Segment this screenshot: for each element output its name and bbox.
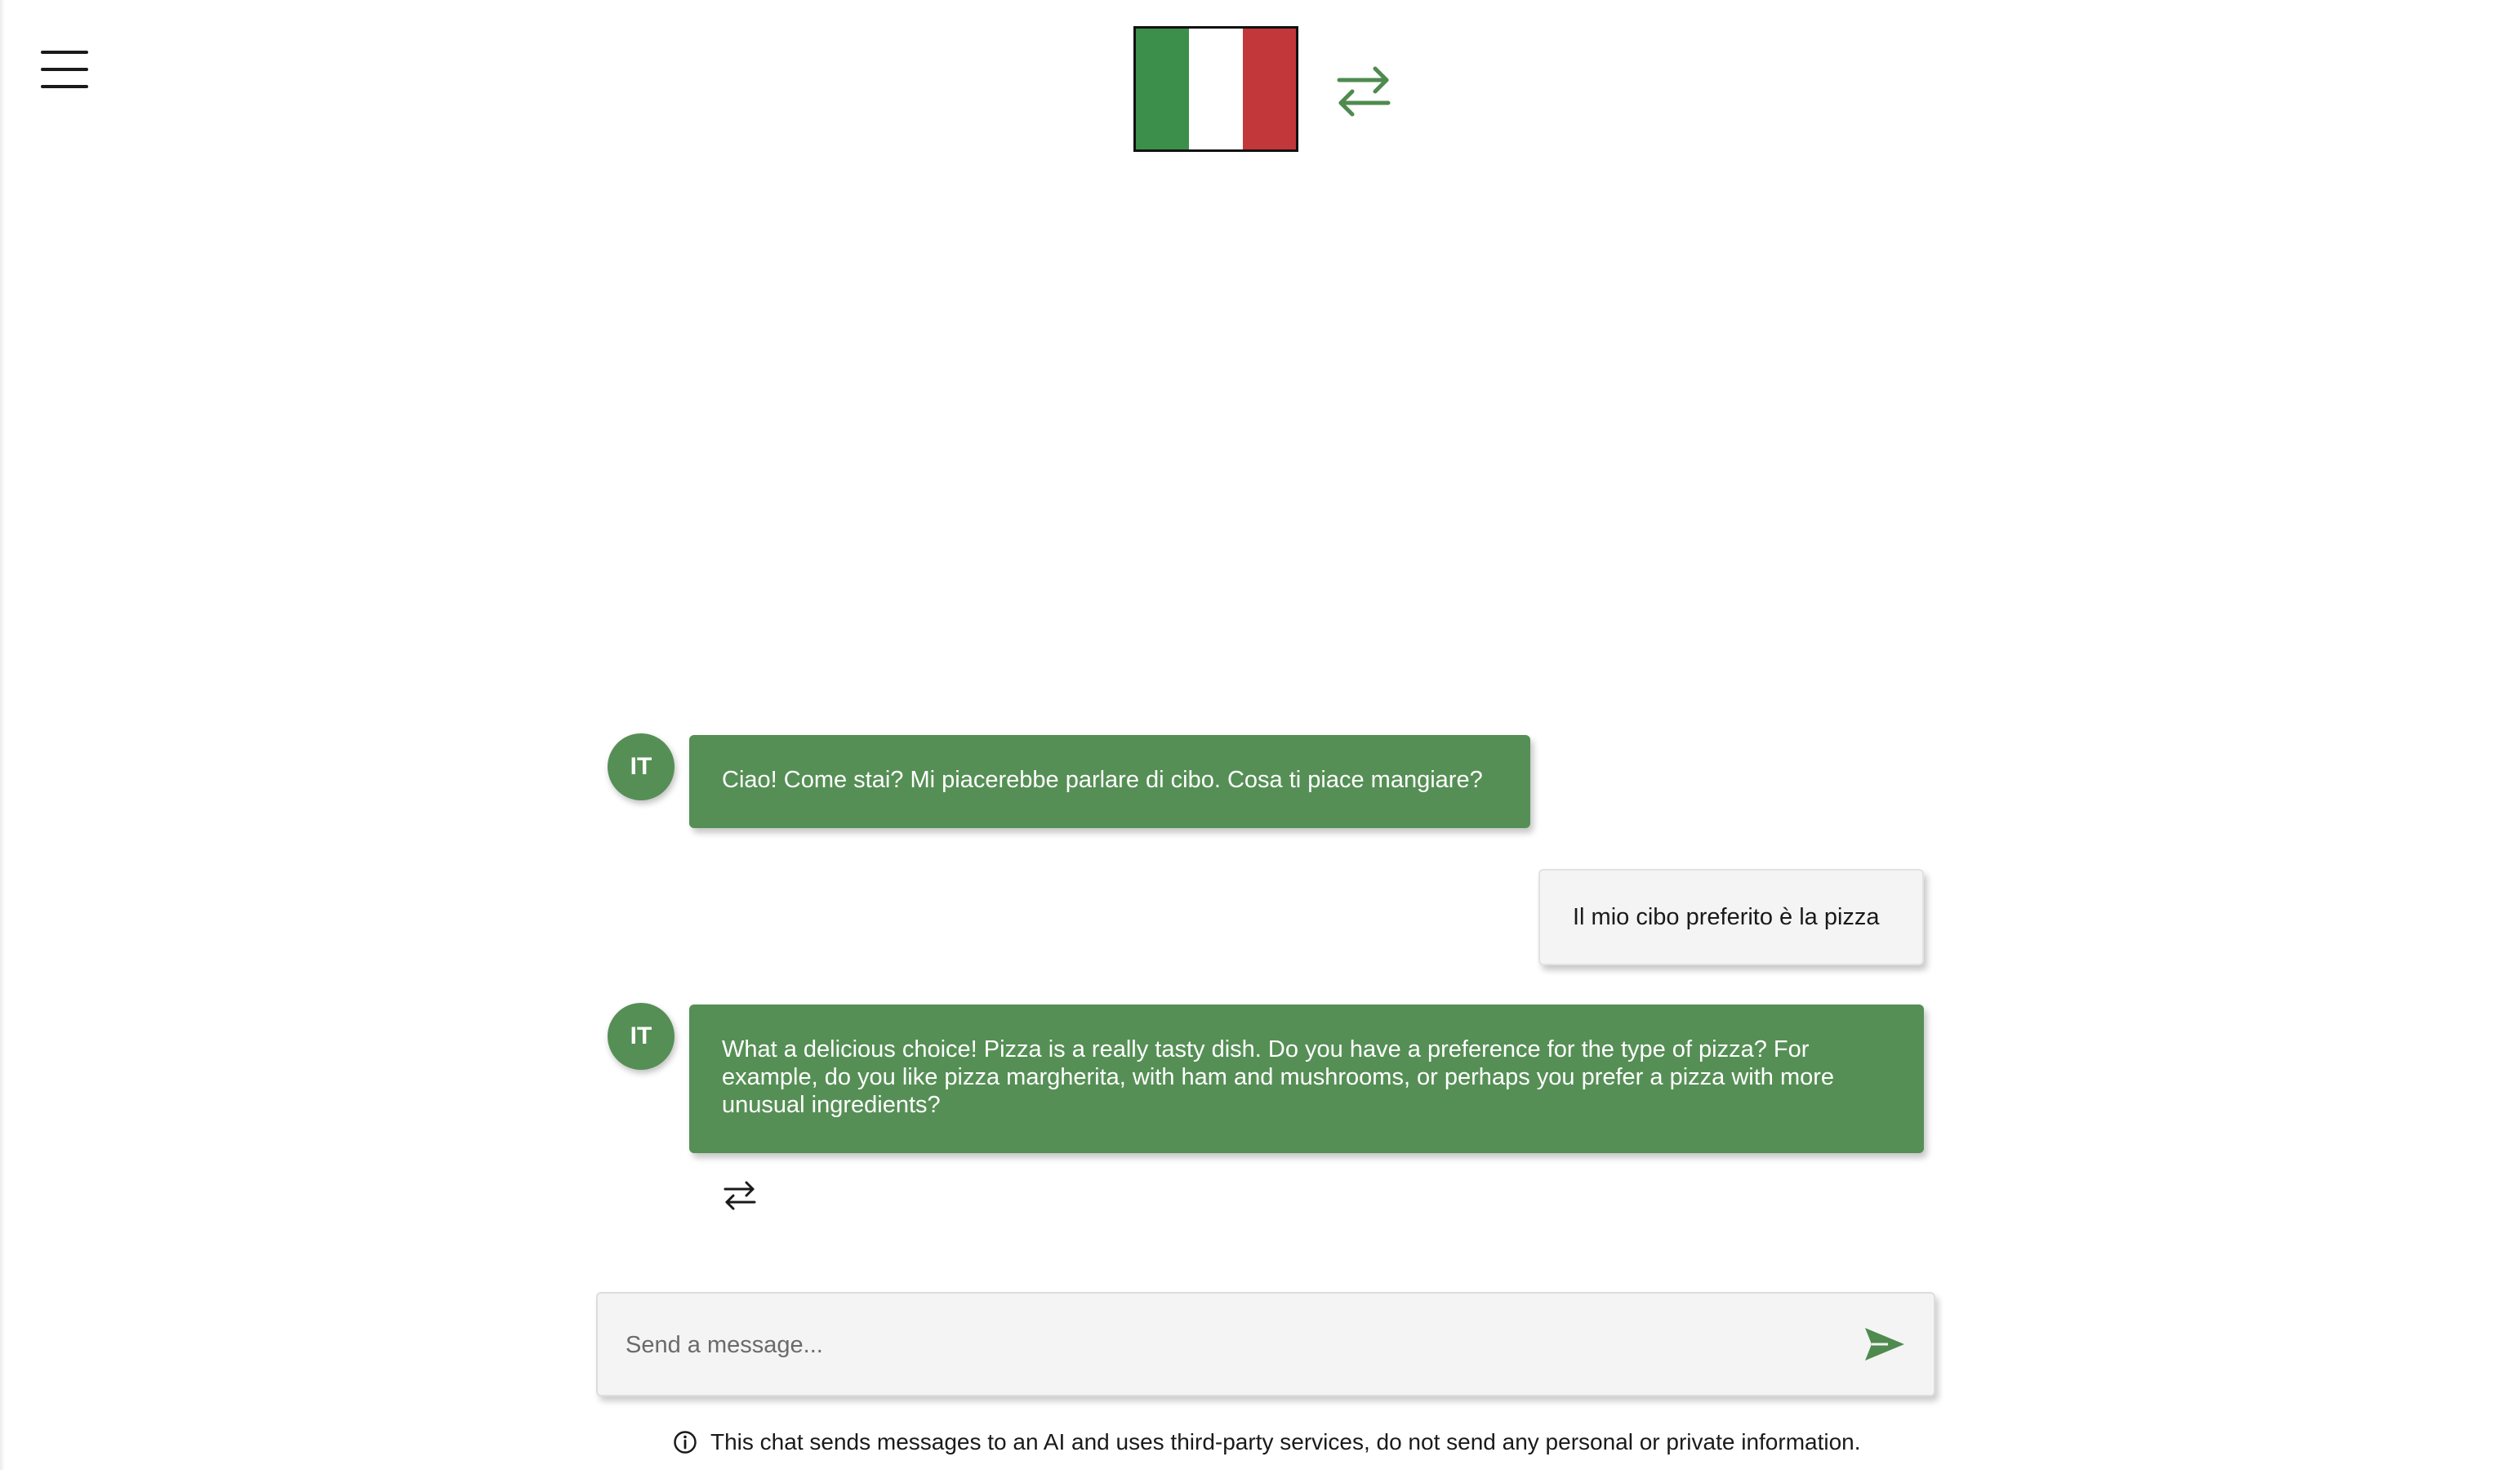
translate-message-icon[interactable] <box>722 1178 758 1214</box>
left-edge-shadow <box>0 0 5 1470</box>
ai-message-bubble: Ciao! Come stai? Mi piacerebbe parlare d… <box>689 735 1530 828</box>
privacy-disclaimer: This chat sends messages to an AI and us… <box>673 1428 1861 1457</box>
ai-avatar: IT <box>608 733 675 800</box>
user-message-bubble: Il mio cibo preferito è la pizza <box>1538 869 1924 965</box>
hamburger-menu-icon[interactable] <box>41 51 88 88</box>
italy-flag-language-selector[interactable] <box>1133 26 1298 152</box>
message-text: What a delicious choice! Pizza is a real… <box>722 1036 1835 1118</box>
chat-page: IT Ciao! Come stai? Mi piacerebbe parlar… <box>0 0 2520 1470</box>
disclaimer-text: This chat sends messages to an AI and us… <box>710 1429 1861 1454</box>
message-composer <box>596 1292 1935 1396</box>
ai-avatar: IT <box>608 1003 675 1070</box>
message-input[interactable] <box>624 1294 1836 1396</box>
info-icon <box>674 1431 697 1454</box>
ai-message-bubble: What a delicious choice! Pizza is a real… <box>689 1004 1924 1153</box>
swap-language-icon[interactable] <box>1334 62 1393 121</box>
message-text: Il mio cibo preferito è la pizza <box>1573 904 1880 930</box>
message-text: Ciao! Come stai? Mi piacerebbe parlare d… <box>722 767 1483 793</box>
send-arrow-icon[interactable] <box>1863 1325 1906 1364</box>
